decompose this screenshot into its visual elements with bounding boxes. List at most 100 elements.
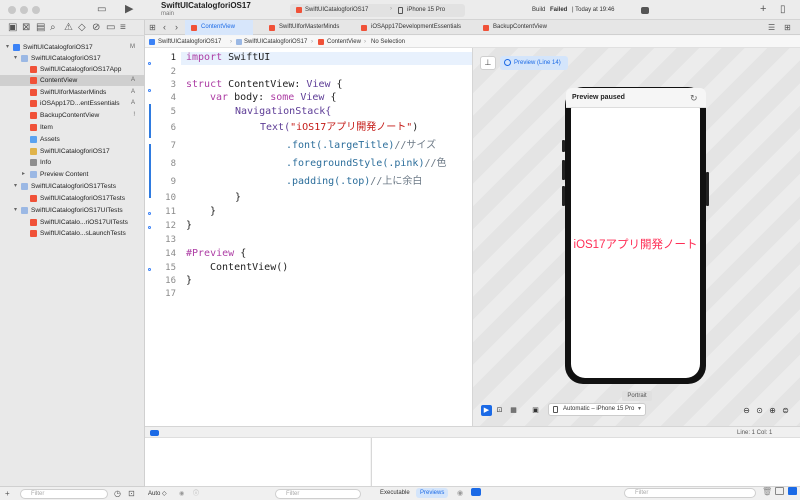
inspector-toggle-icon[interactable]: ▯ [780, 5, 786, 15]
previews-segment[interactable]: Previews [416, 488, 449, 498]
add-icon[interactable]: + [5, 489, 10, 499]
preview-selector[interactable]: Preview (Line 14) [500, 56, 568, 70]
zoom-out-icon[interactable]: ⊖ [741, 405, 752, 416]
variables-view[interactable] [145, 438, 370, 486]
scheme-selector[interactable]: SwiftUICatalogforiOS17 › iPhone 15 Pro [290, 4, 465, 17]
selectable-mode-icon[interactable]: ⊡ [494, 405, 505, 416]
recent-files-icon[interactable]: ◷ [114, 489, 121, 499]
type-name: View [294, 92, 325, 103]
folder-icon[interactable]: ▣ [8, 23, 17, 33]
folder-icon [21, 183, 28, 190]
info-icon[interactable]: ⓘ [193, 487, 199, 500]
filter-options-icon[interactable]: ⊡ [128, 489, 135, 499]
tree-item-group[interactable]: ▾ SwiftUICatalogforiOS17 [0, 53, 145, 64]
tab-swiftuiformasterminds[interactable]: SwiftUIforMasterMinds [263, 20, 353, 35]
tab-contentview[interactable]: ContentView [185, 20, 253, 35]
toggle-sidebar-icon[interactable]: ▭ [97, 5, 106, 15]
change-bar[interactable] [149, 144, 151, 198]
chevron-down-icon[interactable]: ▾ [14, 205, 17, 216]
chevron-right-icon[interactable]: › [175, 22, 178, 32]
breadcrumb-symbol[interactable]: No Selection [371, 36, 405, 48]
eye-icon[interactable]: ◉ [457, 489, 463, 497]
tab-iosapp17developmentessentials[interactable]: iOSApp17DevelopmentEssentials [355, 20, 483, 35]
adjust-editor-icon[interactable]: ☰ [768, 23, 775, 33]
tree-item-file[interactable]: iOSApp17D...entEssentials A [0, 98, 145, 109]
device-settings-icon[interactable]: ▣ [530, 405, 541, 416]
breakpoint-icon[interactable]: ▭ [106, 23, 115, 33]
trash-icon[interactable]: 🗑 [762, 487, 772, 496]
eye-icon[interactable]: ◉ [179, 487, 184, 500]
filter-placeholder: Filter [31, 491, 45, 497]
tree-item-contentview[interactable]: ContentView A [0, 75, 145, 86]
line-number: 3 [170, 80, 176, 90]
zoom-actual-size-icon[interactable]: ⊙ [754, 405, 765, 416]
tree-item-file[interactable]: SwiftUICatalogforiOS17Tests [0, 193, 145, 204]
navigator-filter-input[interactable]: Filter [20, 489, 108, 499]
tree-item-group[interactable]: ▸ Preview Content [0, 169, 145, 180]
chevron-down-icon[interactable]: ▾ [6, 42, 9, 53]
folder-icon [21, 55, 28, 62]
run-button[interactable]: ▶ [125, 4, 133, 15]
console-toggle-icon[interactable] [471, 488, 481, 496]
console-filter-input[interactable]: Filter [624, 488, 756, 498]
tree-item-entitlements[interactable]: SwiftUICatalogforiOS17 [0, 146, 145, 157]
split-console-icon[interactable] [775, 487, 784, 495]
console-view[interactable] [371, 438, 800, 486]
variables-scope-select[interactable]: Auto ◇ [148, 487, 167, 500]
breadcrumb-project[interactable]: SwiftUICatalogforiOS17 [158, 36, 221, 48]
preview-paused-bar: Preview paused [566, 88, 706, 108]
symbol-navigator-icon[interactable]: ▤ [36, 23, 45, 33]
tree-item-file[interactable]: SwiftUICatalogforiOS17App [0, 64, 145, 75]
tree-item-info[interactable]: Info [0, 157, 145, 168]
editor-tab-bar: ⊞ ‹ › ContentView SwiftUIforMasterMinds … [145, 20, 800, 35]
report-navigator-icon[interactable]: ≡ [120, 23, 126, 33]
source-control-badge: M [130, 44, 135, 50]
tree-item-file[interactable]: SwiftUICatalo...sLaunchTests [0, 228, 145, 239]
source-control-icon[interactable]: ⊠ [22, 23, 30, 33]
tree-item-group[interactable]: ▾ SwiftUICatalogforiOS17Tests [0, 181, 145, 192]
search-icon[interactable]: ⌕ [50, 23, 56, 33]
code-comment: //上に余白 [370, 176, 423, 187]
tree-item-group[interactable]: ▾ SwiftUICatalogforiOS17UITests [0, 205, 145, 216]
issue-navigator-icon[interactable]: ⚠ [64, 23, 73, 33]
variables-filter-input[interactable]: Filter [275, 489, 361, 499]
console-pane-icon[interactable] [788, 487, 797, 495]
device-selector[interactable]: Automatic – iPhone 15 Pro ▾ [548, 403, 646, 416]
tree-item-label: SwiftUICatalogforiOS17App [40, 66, 122, 73]
chevron-down-icon[interactable]: ▾ [14, 53, 17, 64]
keyword: import [186, 52, 223, 63]
breadcrumb-group[interactable]: SwiftUICatalogforiOS17 [244, 36, 307, 48]
grid-icon[interactable]: ⊞ [149, 23, 156, 33]
tree-item-file[interactable]: BackupContentView ! [0, 110, 145, 121]
chevron-left-icon[interactable]: ‹ [163, 22, 166, 32]
executable-segment[interactable]: Executable [376, 488, 414, 498]
tab-label: iOSApp17DevelopmentEssentials [371, 24, 462, 30]
debug-navigator-icon[interactable]: ⊘ [92, 23, 100, 33]
tree-item-project[interactable]: ▾ SwiftUICatalogforiOS17 M [0, 42, 145, 53]
tree-item-assets[interactable]: Assets [0, 134, 145, 145]
pin-icon[interactable]: ⊥ [480, 56, 496, 70]
debug-area-toggle-icon[interactable] [150, 430, 159, 436]
minimize-window-button[interactable] [20, 6, 28, 14]
line-number: 11 [165, 207, 176, 217]
variants-icon[interactable]: ▦ [508, 405, 519, 416]
source-editor[interactable] [145, 48, 472, 426]
refresh-icon[interactable]: ↻ [690, 93, 698, 104]
zoom-window-button[interactable] [32, 6, 40, 14]
add-icon[interactable]: + [760, 4, 766, 15]
tree-item-file[interactable]: SwiftUIforMasterMinds A [0, 87, 145, 98]
close-window-button[interactable] [8, 6, 16, 14]
zoom-in-icon[interactable]: ⊕ [767, 405, 778, 416]
zoom-to-fit-icon[interactable]: ⊜ [780, 405, 791, 416]
line-number: 17 [165, 289, 176, 299]
test-navigator-icon[interactable]: ◇ [78, 23, 86, 33]
live-mode-icon[interactable]: ▶ [481, 405, 492, 416]
tree-item-file[interactable]: SwiftUICatalo...riOS17UITests [0, 217, 145, 228]
tab-backupcontentview[interactable]: BackupContentView [477, 20, 607, 35]
breadcrumb-file[interactable]: ContentView [327, 36, 361, 48]
chevron-right-icon[interactable]: ▸ [22, 169, 25, 180]
tree-item-file[interactable]: Item [0, 122, 145, 133]
cloud-icon[interactable] [641, 7, 649, 14]
chevron-down-icon[interactable]: ▾ [14, 181, 17, 192]
add-editor-icon[interactable]: ⊞ [784, 23, 791, 33]
